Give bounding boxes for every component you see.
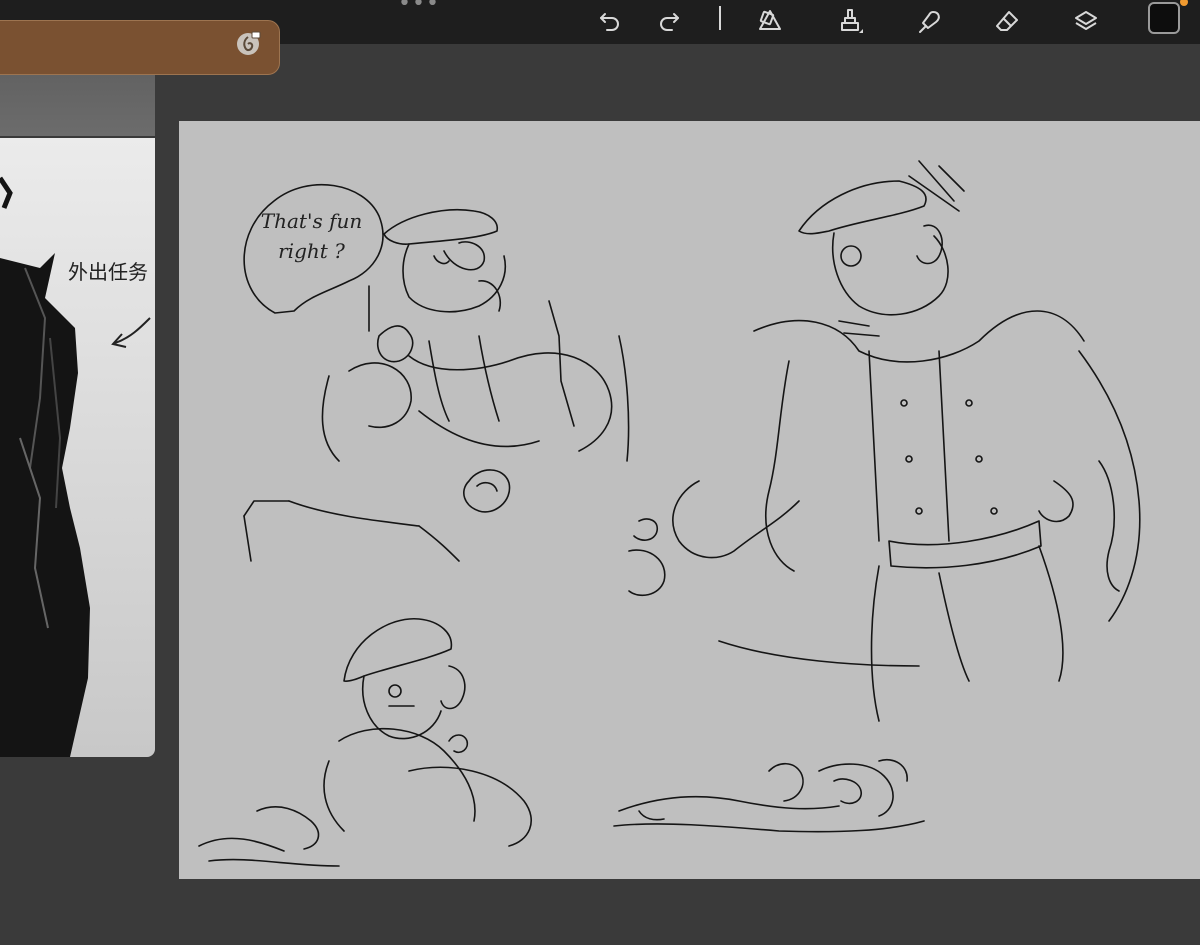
more-options-icon[interactable]: ••• bbox=[398, 0, 440, 15]
sketch-reclining-figure bbox=[613, 759, 925, 833]
sketch-standing-figure bbox=[628, 160, 1141, 722]
drawing-canvas[interactable]: That's fun right ? bbox=[179, 121, 1200, 879]
brush-icon[interactable] bbox=[833, 4, 867, 38]
notification-dot bbox=[1180, 0, 1188, 6]
reference-panel[interactable]: 外出任务 bbox=[0, 20, 280, 757]
layers-icon[interactable] bbox=[1069, 4, 1103, 38]
speech-bubble-line-1: That's fun bbox=[260, 209, 363, 233]
redo-icon[interactable] bbox=[652, 4, 686, 38]
reference-image: 外出任务 bbox=[0, 138, 155, 757]
selection-icon[interactable] bbox=[753, 4, 787, 38]
eraser-icon[interactable] bbox=[990, 4, 1024, 38]
speech-bubble-line-2: right ? bbox=[278, 239, 345, 263]
smudge-icon[interactable] bbox=[913, 4, 947, 38]
reference-title-bar[interactable] bbox=[0, 20, 280, 75]
reference-image-icon[interactable] bbox=[235, 31, 261, 57]
sketch-small-figure bbox=[198, 618, 533, 867]
undo-icon[interactable] bbox=[593, 4, 627, 38]
toolbar-divider bbox=[719, 6, 721, 30]
color-picker-button[interactable] bbox=[1148, 2, 1180, 34]
reference-caption: 外出任务 bbox=[68, 260, 148, 284]
